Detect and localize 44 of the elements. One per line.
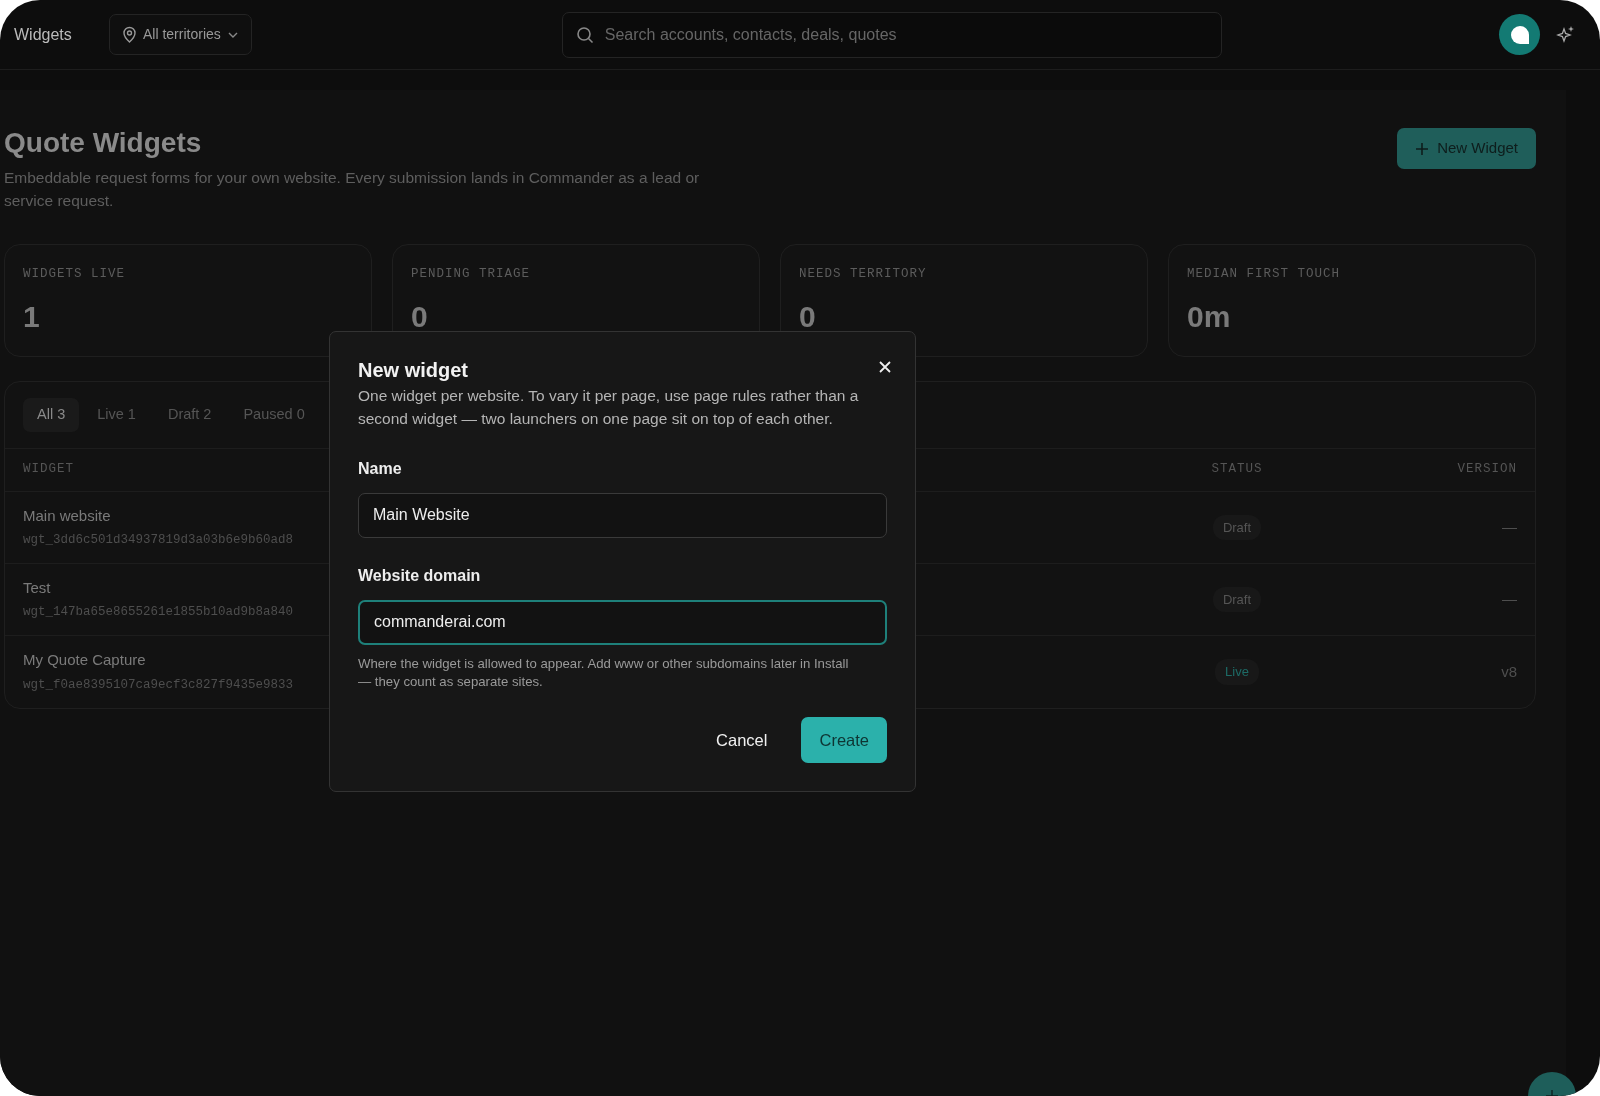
dialog-title: New widget — [358, 358, 469, 382]
widget-id: wgt_147ba65e8655261e1855b10ad9b8a840 — [23, 604, 294, 622]
input-field[interactable]: Main Website — [358, 492, 887, 538]
avatar-button[interactable] — [1499, 14, 1540, 55]
field-label: Name — [358, 458, 403, 479]
stat-value: 0 — [411, 298, 429, 335]
status-badge: Draft — [1212, 514, 1262, 541]
create-button[interactable]: Create — [801, 717, 887, 764]
widget-name: Test — [23, 577, 51, 598]
page-heading: Quote Widgets — [4, 126, 203, 160]
search-field[interactable]: Search accounts, contacts, deals, quotes — [561, 11, 1222, 58]
dialog-description: One widget per website. To vary it per page, use page rules rather than a second widget — two launchers on one page sit on top of each other. — [358, 386, 860, 430]
filter-tab[interactable]: All 3 — [23, 398, 80, 432]
status-badge: Live — [1215, 659, 1259, 685]
chevron-down-icon — [226, 30, 239, 39]
chat-bubble-icon — [1509, 24, 1530, 45]
input-field[interactable]: commanderai.com — [358, 599, 887, 645]
plus-icon — [1415, 141, 1430, 156]
version-text: — — [1502, 518, 1517, 536]
field-hint: Where the widget is allowed to appear. Add www or other subdomains later in Install — they count as separate sites. — [358, 654, 850, 691]
stat-value: 1 — [23, 298, 41, 335]
column-header: WIDGET — [23, 461, 74, 479]
widget-name: Main website — [23, 505, 111, 526]
widget-id: wgt_f0ae8395107ca9ecf3c827f9435e9833 — [23, 676, 294, 694]
column-header: STATUS — [1211, 462, 1263, 477]
stat-label: WIDGETS LIVE — [23, 266, 126, 284]
column-header: VERSION — [1457, 462, 1517, 477]
page-subtitle: Embeddable request forms for your own website. Every submission lands in Commander as a lead or service request. — [4, 167, 701, 211]
widget-id: wgt_3dd6c501d34937819d3a03b6e9b60ad8 — [23, 532, 294, 550]
field-label: Website domain — [358, 565, 482, 586]
version-text: — — [1502, 590, 1517, 608]
pin-icon — [122, 26, 137, 43]
stat-label: NEEDS TERRITORY — [799, 266, 928, 284]
status-badge: Draft — [1212, 586, 1262, 613]
version-text: v8 — [1501, 662, 1517, 680]
territory-dropdown[interactable]: All territories — [109, 14, 252, 55]
stat-label: MEDIAN FIRST TOUCH — [1187, 266, 1342, 284]
widget-name: My Quote Capture — [23, 650, 146, 671]
stat-value: 0m — [1187, 298, 1232, 335]
stat-value: 0 — [799, 298, 817, 335]
sparkle-icon[interactable] — [1556, 24, 1576, 45]
cancel-button[interactable]: Cancel — [710, 727, 774, 754]
stat-label: PENDING TRIAGE — [411, 266, 532, 284]
page-title: Widgets — [14, 24, 73, 45]
